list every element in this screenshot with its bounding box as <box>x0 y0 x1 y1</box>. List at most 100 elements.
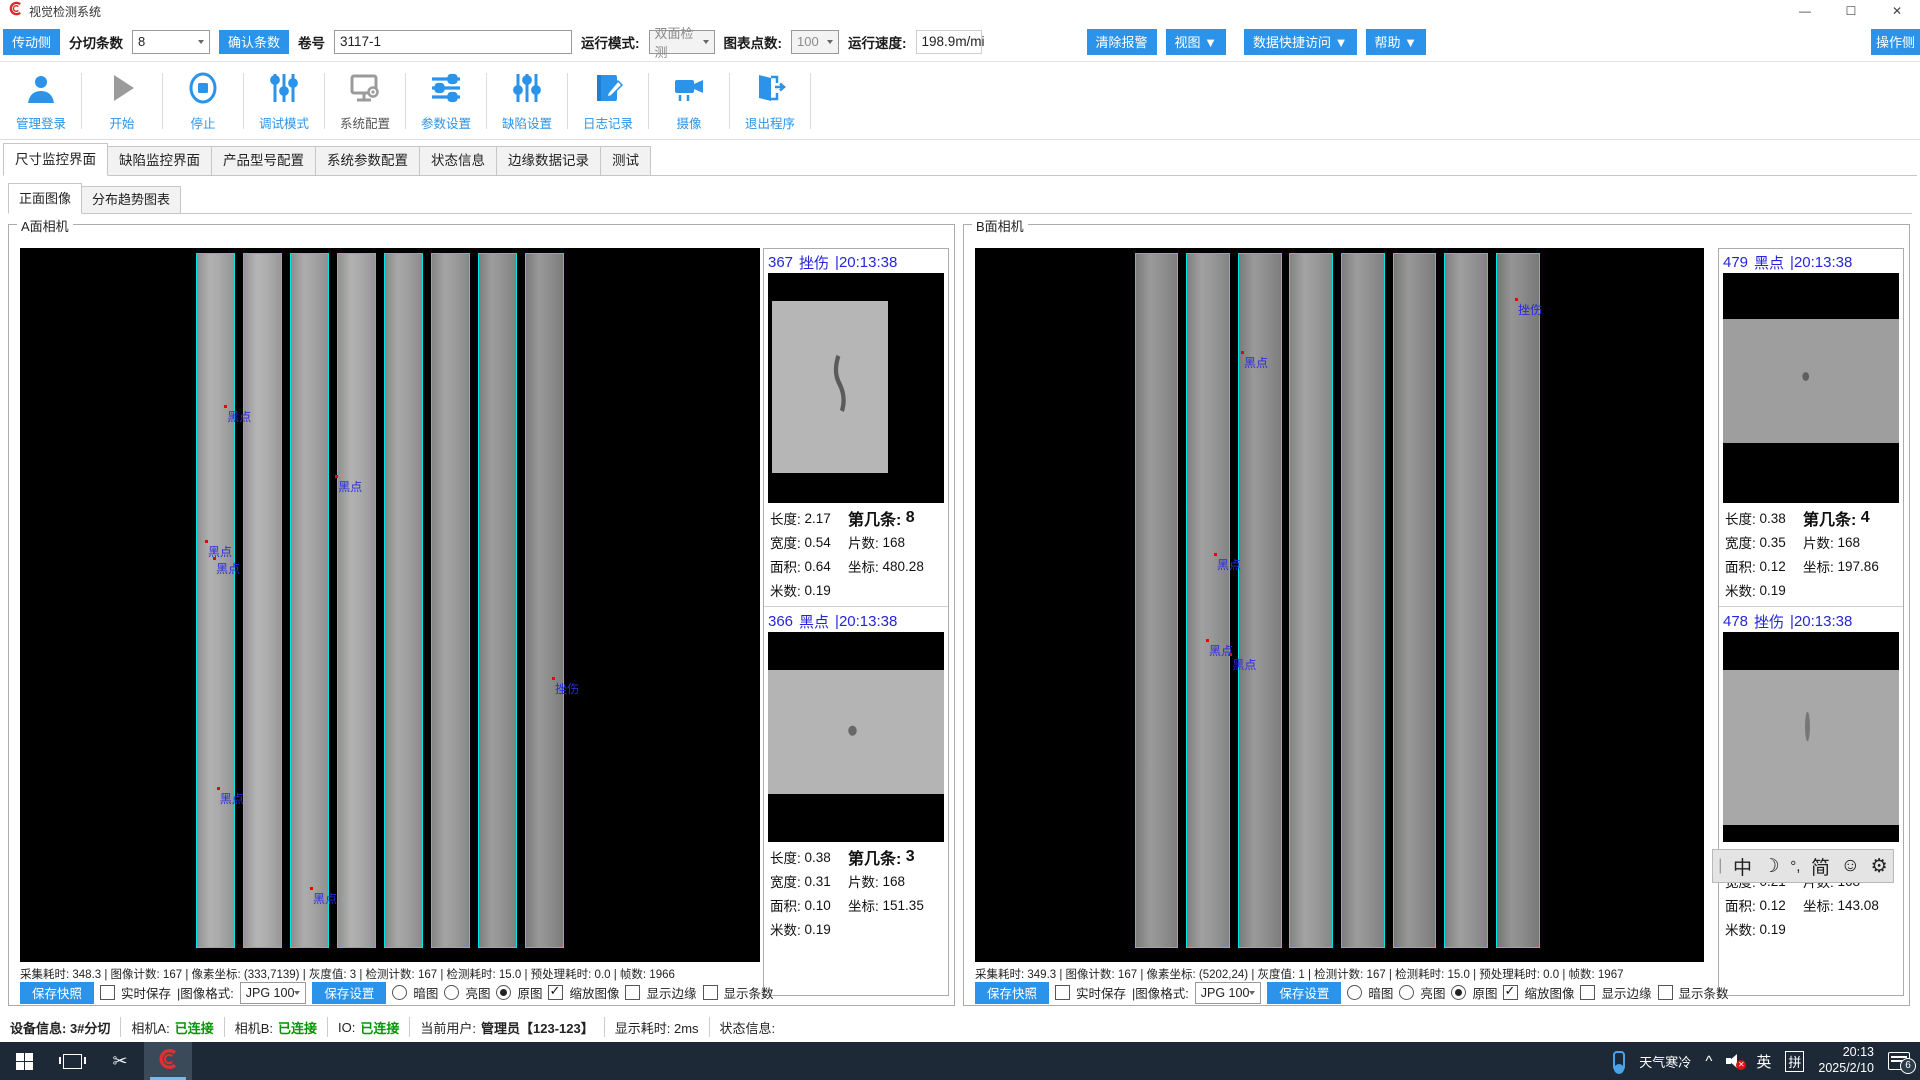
defect-type: 挫伤 <box>799 252 829 273</box>
slit-count-select[interactable]: 8 <box>132 30 210 54</box>
ime-emoji-button[interactable]: ☺ <box>1841 855 1860 877</box>
show-edges-checkbox[interactable] <box>625 985 640 1000</box>
ime-punctuation-button[interactable]: °, <box>1790 858 1800 875</box>
divider <box>405 73 406 129</box>
exit-program-button[interactable]: 退出程序 <box>735 71 805 132</box>
zoom-image-checkbox[interactable] <box>548 985 563 1000</box>
zoom-image-checkbox[interactable] <box>1503 985 1518 1000</box>
ime-settings-gear-icon[interactable]: ⚙ <box>1871 855 1888 878</box>
operation-side-button[interactable]: 操作侧 <box>1871 29 1920 55</box>
ime-chinese-mode-button[interactable]: 中 <box>1733 853 1752 880</box>
thermometer-icon[interactable] <box>1613 1051 1625 1071</box>
defect-label: 黑点 <box>1217 556 1241 573</box>
ime-simplified-button[interactable]: 简 <box>1811 853 1830 880</box>
admin-login-button[interactable]: 管理登录 <box>6 71 76 132</box>
hidden-icons-chevron[interactable]: ^ <box>1705 1053 1712 1070</box>
minimize-button[interactable]: — <box>1782 0 1828 22</box>
vision-app-taskbar-button[interactable] <box>144 1042 192 1080</box>
transmission-side-button[interactable]: 传动侧 <box>3 29 60 55</box>
divider <box>810 73 811 129</box>
tab-system-parameter-config[interactable]: 系统参数配置 <box>315 146 420 176</box>
realtime-save-checkbox[interactable] <box>100 985 115 1000</box>
run-mode-select[interactable]: 双面检测 <box>649 30 715 54</box>
roll-number-input[interactable]: 3117-1 <box>334 30 572 54</box>
show-edges-checkbox[interactable] <box>1580 985 1595 1000</box>
notification-center-icon[interactable]: 6 <box>1888 1052 1910 1070</box>
sliders-icon <box>267 71 301 110</box>
maximize-button[interactable]: ☐ <box>1828 0 1874 22</box>
data-quick-access-button[interactable]: 数据快捷访问 ▼ <box>1244 29 1356 55</box>
dark-image-radio[interactable] <box>1347 985 1362 1000</box>
logbook-pencil-icon <box>591 71 625 110</box>
debug-mode-button[interactable]: 调试模式 <box>249 71 319 132</box>
log-record-button[interactable]: 日志记录 <box>573 71 643 132</box>
chart-points-select[interactable]: 100 <box>791 30 839 54</box>
divider <box>81 73 82 129</box>
camera-a-image: 黑点黑点黑点黑点挫伤黑点黑点 <box>20 248 760 962</box>
current-user: 当前用户:管理员【123-123】 <box>410 1017 604 1037</box>
taskbar: ✂ 天气寒冷 ^ ✕ 英 拼 20:13 2025/2/10 6 <box>0 1042 1920 1080</box>
stop-button[interactable]: 停止 <box>168 71 238 132</box>
camera-view-button[interactable]: 摄像 <box>654 71 724 132</box>
divider <box>486 73 487 129</box>
divider <box>729 73 730 129</box>
defect-settings-button[interactable]: 缺陷设置 <box>492 71 562 132</box>
sub-tab-strip: 正面图像 分布趋势图表 <box>8 184 1908 214</box>
defect-time: |20:13:38 <box>1790 254 1852 271</box>
snipping-tool-button[interactable]: ✂ <box>96 1042 144 1080</box>
bright-image-radio[interactable] <box>1399 985 1414 1000</box>
original-image-radio[interactable] <box>496 985 511 1000</box>
save-settings-button[interactable]: 保存设置 <box>1267 982 1341 1004</box>
clear-alarm-button[interactable]: 清除报警 <box>1087 29 1157 55</box>
tab-front-image[interactable]: 正面图像 <box>8 183 82 214</box>
confirm-count-button[interactable]: 确认条数 <box>219 30 289 54</box>
system-config-button[interactable]: 系统配置 <box>330 71 400 132</box>
task-view-button[interactable] <box>48 1042 96 1080</box>
tab-status-info[interactable]: 状态信息 <box>419 146 497 176</box>
parameter-settings-button[interactable]: 参数设置 <box>411 71 481 132</box>
defect-time: |20:13:38 <box>835 613 897 630</box>
camera-a-title: A面相机 <box>17 216 73 235</box>
realtime-save-checkbox[interactable] <box>1055 985 1070 1000</box>
show-count-checkbox[interactable] <box>703 985 718 1000</box>
bright-image-radio[interactable] <box>444 985 459 1000</box>
ime-indicator[interactable]: 拼 <box>1785 1051 1804 1072</box>
language-indicator[interactable]: 英 <box>1756 1051 1771 1072</box>
image-format-select[interactable]: JPG 100 <box>1195 982 1262 1004</box>
start-button[interactable]: 开始 <box>87 71 157 132</box>
defect-header: 478 挫伤 |20:13:38 <box>1723 611 1899 632</box>
camera-b-image: 挫伤黑点黑点黑点黑点 <box>975 248 1704 962</box>
tab-edge-data-record[interactable]: 边缘数据记录 <box>496 146 601 176</box>
system-tray: 天气寒冷 ^ ✕ 英 拼 20:13 2025/2/10 6 <box>1613 1042 1920 1080</box>
tab-defect-monitor[interactable]: 缺陷监控界面 <box>107 146 212 176</box>
save-settings-button[interactable]: 保存设置 <box>312 982 386 1004</box>
tab-distribution-trend-chart[interactable]: 分布趋势图表 <box>81 186 181 214</box>
defect-id: 367 <box>768 254 793 271</box>
show-count-checkbox[interactable] <box>1658 985 1673 1000</box>
view-menu-button[interactable]: 视图 ▼ <box>1166 29 1226 55</box>
tab-test[interactable]: 测试 <box>600 146 651 176</box>
help-menu-button[interactable]: 帮助 ▼ <box>1366 29 1426 55</box>
image-format-select[interactable]: JPG 100 <box>240 982 307 1004</box>
save-snapshot-button[interactable]: 保存快照 <box>20 982 94 1004</box>
save-snapshot-button[interactable]: 保存快照 <box>975 982 1049 1004</box>
original-image-radio[interactable] <box>1451 985 1466 1000</box>
realtime-save-label: 实时保存 <box>1076 983 1126 1002</box>
ime-moon-icon[interactable]: ☽ <box>1763 855 1780 878</box>
start-button[interactable] <box>0 1042 48 1080</box>
camera-b-title: B面相机 <box>972 216 1028 235</box>
defect-label: 黑点 <box>1244 354 1268 371</box>
ime-grip[interactable]: | <box>1718 857 1722 875</box>
defect-thumbnail <box>1723 632 1899 842</box>
taskbar-clock[interactable]: 20:13 2025/2/10 <box>1818 1045 1874 1076</box>
run-mode-label: 运行模式: <box>581 32 640 52</box>
film-strip <box>478 253 517 948</box>
speaker-muted-icon[interactable]: ✕ <box>1726 1054 1742 1068</box>
defect-id: 366 <box>768 613 793 630</box>
close-button[interactable]: ✕ <box>1874 0 1920 22</box>
weather-text[interactable]: 天气寒冷 <box>1639 1052 1691 1071</box>
dark-image-radio[interactable] <box>392 985 407 1000</box>
chevron-down-icon <box>703 40 709 44</box>
tab-product-model-config[interactable]: 产品型号配置 <box>211 146 316 176</box>
tab-size-monitor[interactable]: 尺寸监控界面 <box>3 143 108 176</box>
